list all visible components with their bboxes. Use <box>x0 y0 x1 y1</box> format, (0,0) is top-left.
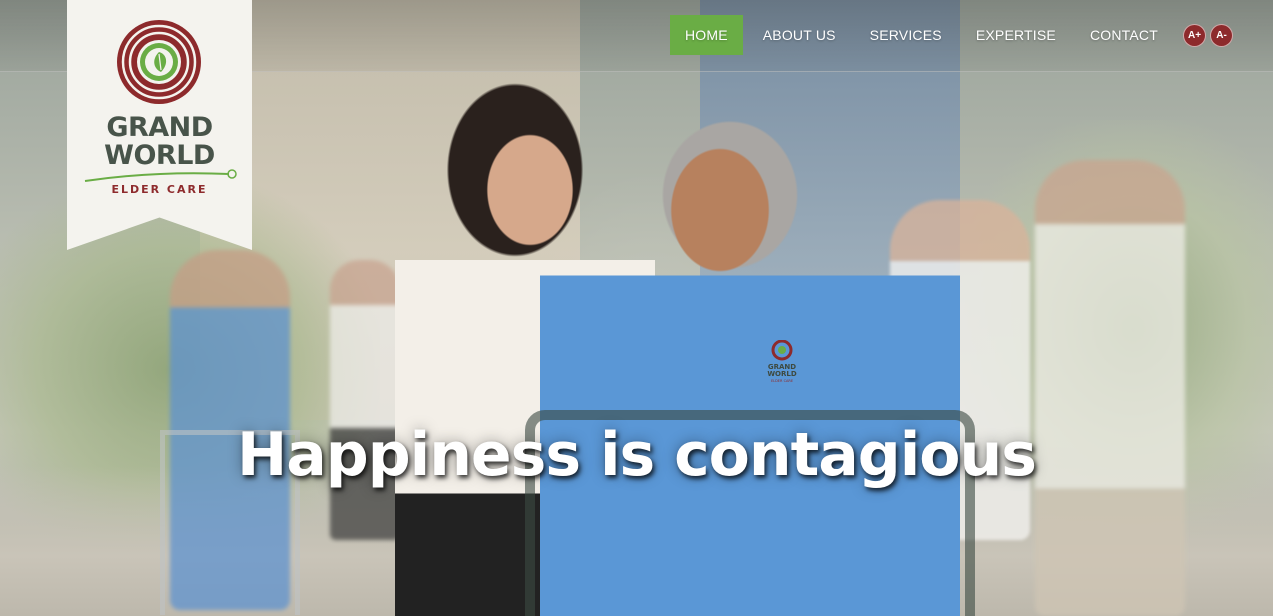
doctor-figure <box>1035 160 1185 616</box>
tree-ring-leaf-logo-icon <box>117 20 201 104</box>
font-size-controls: A+ A- <box>1183 23 1233 47</box>
nav-item-contact[interactable]: CONTACT <box>1073 15 1175 55</box>
nav-item-services[interactable]: SERVICES <box>853 15 959 55</box>
nav-item-expertise[interactable]: EXPERTISE <box>959 15 1073 55</box>
logo-tagline: ELDER CARE <box>111 183 208 196</box>
nav-item-about-us[interactable]: ABOUT US <box>746 15 853 55</box>
shirt-logo: GRAND WORLD ELDER CARE <box>767 340 797 383</box>
main-nav: HOME ABOUT US SERVICES EXPERTISE CONTACT… <box>669 15 1233 55</box>
logo-name-line2: WORLD <box>104 140 215 171</box>
hero-headline: Happiness is contagious <box>237 420 1037 490</box>
logo-banner[interactable]: GRAND WORLD ELDER CARE <box>67 0 252 250</box>
background-doctor <box>330 260 400 540</box>
shirt-logo-line3: ELDER CARE <box>771 379 793 383</box>
logo-swoosh-icon <box>84 169 237 182</box>
shirt-logo-line2: WORLD <box>767 370 797 378</box>
font-decrease-button[interactable]: A- <box>1210 23 1233 47</box>
font-increase-button[interactable]: A+ <box>1183 23 1206 47</box>
nav-item-home[interactable]: HOME <box>669 15 743 55</box>
homepage: GRAND WORLD ELDER CARE HOME ABOUT US SER… <box>0 0 1273 616</box>
logo-name-line1: GRAND <box>106 112 213 143</box>
